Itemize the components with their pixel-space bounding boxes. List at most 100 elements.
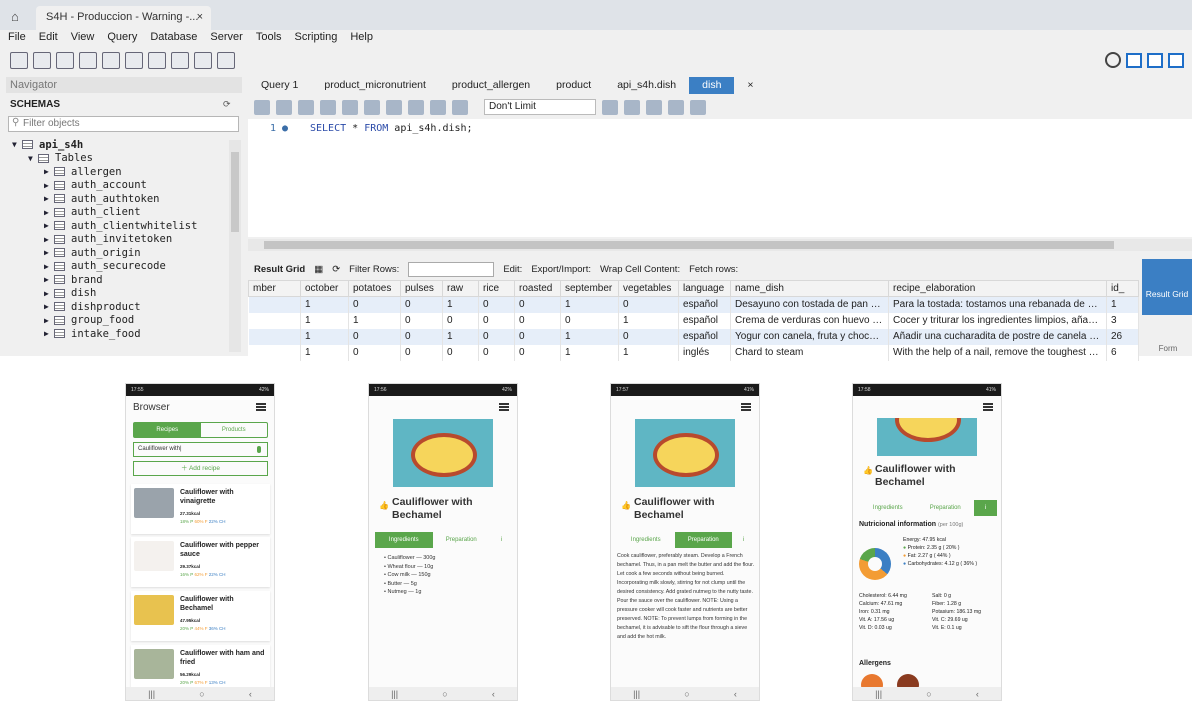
- bookmark-icon[interactable]: [602, 99, 618, 115]
- tab-recipes[interactable]: Recipes: [134, 423, 201, 437]
- collapse-icon[interactable]: ▶: [44, 329, 54, 338]
- column-header[interactable]: roasted: [514, 280, 561, 297]
- tab-preparation[interactable]: Preparation: [433, 532, 491, 548]
- collapse-icon[interactable]: ▶: [44, 262, 54, 271]
- collapse-icon[interactable]: ▶: [44, 302, 54, 311]
- table-cell[interactable]: [248, 328, 301, 345]
- table-row[interactable]: 1 0 0 1 0 0 1 0 español Yogur con canela, fruta y…: [248, 328, 1139, 345]
- table-cell[interactable]: With the help of a nail, remove the toug…: [888, 344, 1107, 361]
- home-icon[interactable]: ○: [926, 689, 931, 699]
- table-node[interactable]: ▶ auth_client: [12, 206, 230, 220]
- menu-tools[interactable]: Tools: [256, 31, 282, 47]
- collapse-icon[interactable]: ▶: [44, 208, 54, 217]
- table-cell[interactable]: Para la tostada: tostamos una rebanada d…: [888, 296, 1107, 313]
- menu-icon[interactable]: [741, 403, 751, 411]
- table-node[interactable]: ▶ brand: [12, 273, 230, 287]
- column-header[interactable]: september: [560, 280, 619, 297]
- tab-preparation[interactable]: Preparation: [917, 500, 975, 516]
- table-cell[interactable]: [248, 296, 301, 313]
- filter-objects-input[interactable]: Filter objects: [8, 116, 239, 132]
- table-cell[interactable]: español: [678, 312, 731, 329]
- table-cell[interactable]: 0: [348, 296, 401, 313]
- editor-scrollbar[interactable]: [248, 239, 1192, 251]
- column-header[interactable]: pulses: [400, 280, 443, 297]
- create-function-icon[interactable]: [171, 52, 189, 69]
- table-cell[interactable]: 0: [478, 312, 515, 329]
- collapse-icon[interactable]: ▶: [44, 289, 54, 298]
- table-cell[interactable]: 3: [1106, 312, 1139, 329]
- table-node[interactable]: ▶ auth_invitetoken: [12, 233, 230, 247]
- search-table-data-icon[interactable]: [194, 52, 212, 69]
- menu-scripting[interactable]: Scripting: [295, 31, 338, 47]
- toggle-sidebar-icon[interactable]: [1126, 52, 1142, 68]
- invisible-chars-icon[interactable]: [668, 99, 684, 115]
- table-cell[interactable]: 1: [560, 296, 619, 313]
- refresh-icon[interactable]: ⟳: [223, 99, 231, 110]
- home-icon[interactable]: ⌂: [11, 9, 19, 24]
- recents-icon[interactable]: |||: [875, 689, 882, 699]
- tab-product[interactable]: product: [543, 77, 604, 94]
- menu-icon[interactable]: [256, 403, 266, 411]
- table-cell[interactable]: 0: [348, 344, 401, 361]
- close-icon[interactable]: ×: [734, 77, 766, 94]
- tab-api-s4h-dish[interactable]: api_s4h.dish: [604, 77, 689, 94]
- execute-current-icon[interactable]: [320, 99, 336, 115]
- column-header[interactable]: recipe_elaboration: [888, 280, 1107, 297]
- back-icon[interactable]: ‹: [734, 689, 737, 699]
- scrollbar-thumb[interactable]: [264, 241, 1114, 249]
- table-cell[interactable]: 1: [560, 328, 619, 345]
- column-header[interactable]: october: [300, 280, 349, 297]
- back-icon[interactable]: ‹: [976, 689, 979, 699]
- table-cell[interactable]: 0: [618, 296, 679, 313]
- limit-rows-select[interactable]: Don't Limit: [484, 99, 596, 115]
- grid-icon[interactable]: ▦: [314, 264, 323, 275]
- table-cell[interactable]: español: [678, 296, 731, 313]
- menu-icon[interactable]: [499, 403, 509, 411]
- table-node[interactable]: ▶ auth_securecode: [12, 260, 230, 274]
- collapse-icon[interactable]: ▶: [44, 235, 54, 244]
- tab-product-micronutrient[interactable]: product_micronutrient: [311, 77, 439, 94]
- column-header[interactable]: rice: [478, 280, 515, 297]
- add-recipe-button[interactable]: ＋ Add recipe: [133, 461, 268, 476]
- table-cell[interactable]: 0: [514, 344, 561, 361]
- recents-icon[interactable]: |||: [391, 689, 398, 699]
- collapse-icon[interactable]: ▶: [44, 181, 54, 190]
- settings-icon[interactable]: [1105, 52, 1121, 68]
- table-cell[interactable]: Añadir una cucharadita de postre de cane…: [888, 328, 1107, 345]
- table-node[interactable]: ▶ dishproduct: [12, 300, 230, 314]
- new-sql-tab-icon[interactable]: [10, 52, 28, 69]
- table-cell[interactable]: [248, 344, 301, 361]
- home-icon[interactable]: ○: [684, 689, 689, 699]
- sql-editor[interactable]: 1 ● SELECT * FROM api_s4h.dish;: [248, 119, 1192, 237]
- connection-tab[interactable]: S4H - Produccion - Warning -... ×: [36, 6, 211, 30]
- tab-info[interactable]: i: [732, 532, 755, 548]
- explain-icon[interactable]: [342, 99, 358, 115]
- recents-icon[interactable]: |||: [148, 689, 155, 699]
- table-cell[interactable]: 1: [442, 328, 479, 345]
- table-cell[interactable]: español: [678, 328, 731, 345]
- home-icon[interactable]: ○: [442, 689, 447, 699]
- create-table-icon[interactable]: [102, 52, 120, 69]
- table-node[interactable]: ▶ allergen: [12, 165, 230, 179]
- tab-products[interactable]: Products: [201, 423, 268, 437]
- schema-node[interactable]: ▼ api_s4h: [12, 138, 230, 152]
- wrap-lines-icon[interactable]: [690, 99, 706, 115]
- tables-node[interactable]: ▼ Tables: [12, 152, 230, 166]
- result-grid[interactable]: mber october potatoes pulses raw rice roasted s…: [248, 280, 1139, 361]
- toggle-output-icon[interactable]: [1147, 52, 1163, 68]
- table-cell[interactable]: 1: [442, 296, 479, 313]
- table-node[interactable]: ▶ intake_food: [12, 327, 230, 341]
- back-icon[interactable]: ‹: [249, 689, 252, 699]
- back-icon[interactable]: ‹: [492, 689, 495, 699]
- table-cell[interactable]: 0: [348, 328, 401, 345]
- recipe-card[interactable]: Cauliflower with vinaigrette 27.31kcal 1…: [131, 484, 270, 534]
- table-cell[interactable]: 6: [1106, 344, 1139, 361]
- table-cell[interactable]: 0: [400, 296, 443, 313]
- toggle-error-icon[interactable]: [386, 99, 402, 115]
- table-node[interactable]: ▶ auth_authtoken: [12, 192, 230, 206]
- table-node[interactable]: ▶ dish: [12, 287, 230, 301]
- table-cell[interactable]: 0: [442, 312, 479, 329]
- tab-dish[interactable]: dish: [689, 77, 735, 94]
- tab-preparation[interactable]: Preparation: [674, 532, 732, 548]
- column-header[interactable]: mber: [248, 280, 301, 297]
